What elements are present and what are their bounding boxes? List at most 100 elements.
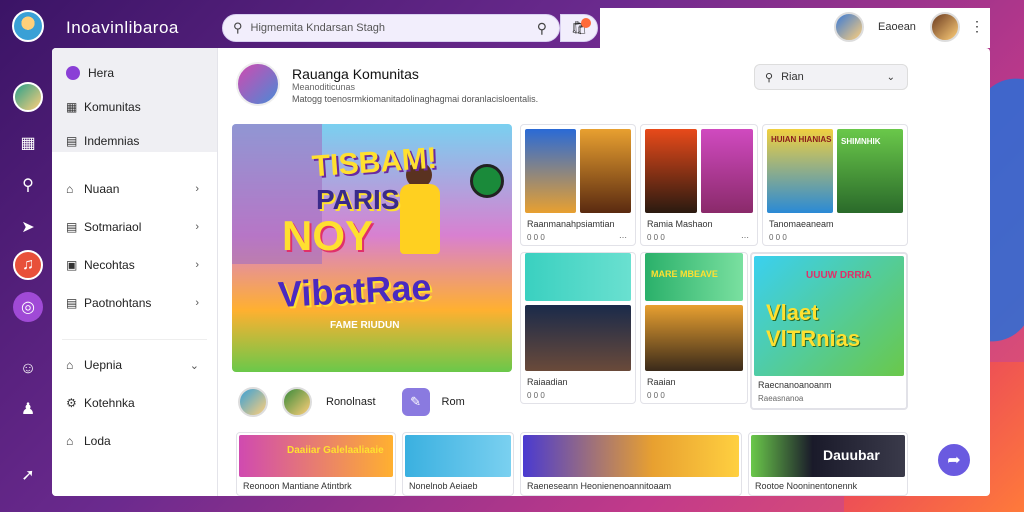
thumbnail-title: HUIAN HIANIAS xyxy=(771,135,832,144)
hero-line-3: NOY xyxy=(282,212,374,259)
community-card[interactable]: UUUW DRRIA Vlaet VlTRnias Raecnanoanoanm… xyxy=(750,252,908,410)
thumbnail-title: UUUW DRRIA xyxy=(806,270,872,281)
left-rail: ▦ ⚲ ➤ ♫ ◎ ☺ ♟ ➚ xyxy=(0,0,56,512)
thumbnail xyxy=(523,435,739,477)
user-icon[interactable]: ♟ xyxy=(13,394,43,424)
community-card[interactable]: Nonelnob Aeiaeb xyxy=(402,432,514,496)
app-brand: Inoavinlibaroa xyxy=(66,18,179,37)
more-options-icon[interactable]: ⋯ xyxy=(619,231,627,245)
card-caption: Raaian xyxy=(647,377,676,387)
megaphone-icon[interactable]: ➤ xyxy=(13,212,43,242)
sidebar-item-kotehnka[interactable]: ⚙ Kotehnka xyxy=(52,386,217,420)
community-card[interactable]: Raanmanahpsiamtian 0 0 0 ⋯ xyxy=(520,124,636,246)
sidebar-top-group: Hera ▦ Komunitas ▤ Indemnias xyxy=(52,48,217,152)
card-caption: Raiaadian xyxy=(527,377,568,387)
main-panel: Hera ▦ Komunitas ▤ Indemnias ⌂ Nuaan › ▤… xyxy=(52,48,990,496)
search-icon: ⚲ xyxy=(233,20,243,35)
thumbnail: MARE MBEAVE xyxy=(645,253,743,301)
thumbnail-title: SHIMNHIK xyxy=(841,137,881,146)
sidebar-item-label: Sotmariaol xyxy=(84,220,142,234)
share-button[interactable]: ➦ xyxy=(936,442,972,478)
table-icon: ▦ xyxy=(66,100,78,114)
thumbnail xyxy=(645,305,743,371)
music-icon[interactable]: ♫ xyxy=(13,250,43,280)
community-card[interactable]: HUIAN HIANIAS SHIMNHIK Tanomaeaneam 0 0 … xyxy=(762,124,908,246)
user-name[interactable]: Eaoean xyxy=(878,21,916,33)
more-options-icon[interactable]: ⋯ xyxy=(741,231,749,245)
hero-line-4: VibatRae xyxy=(277,266,433,315)
card-caption: Raecnanoanoanm xyxy=(758,380,832,390)
sidebar-item-label: Komunitas xyxy=(84,100,141,114)
sidebar-item-label: Uepnia xyxy=(84,358,123,372)
sidebar-item-label: Paotnohtans xyxy=(84,296,152,310)
sidebar-item-home[interactable]: Hera xyxy=(52,56,217,90)
page-title: Rauanga Komunitas xyxy=(292,66,419,82)
sidebar-item-uepnia[interactable]: ⌂ Uepnia ⌄ xyxy=(52,348,217,382)
table-icon: ▤ xyxy=(66,134,78,148)
community-card[interactable]: Raiaadian 0 0 0 xyxy=(520,252,636,404)
disc-icon[interactable]: ◎ xyxy=(13,292,43,322)
sidebar: Hera ▦ Komunitas ▤ Indemnias ⌂ Nuaan › ▤… xyxy=(52,48,218,496)
member-row: Ronolnast ✎ Rom xyxy=(238,386,491,418)
compass-icon[interactable]: ➚ xyxy=(13,460,43,490)
community-card[interactable]: Daaiiar Galelaaliaaie Reonoon Mantiane A… xyxy=(236,432,396,496)
card-caption: Raanmanahpsiamtian xyxy=(527,219,615,229)
thumbnail xyxy=(645,129,697,213)
edit-icon[interactable]: ✎ xyxy=(401,388,430,416)
thumbnail-title: MARE MBEAVE xyxy=(651,269,718,279)
sidebar-item-necohtas[interactable]: ▣ Necohtas › xyxy=(52,248,217,282)
search-placeholder: Higmemita Kndarsan Stagh xyxy=(250,22,386,34)
community-card[interactable]: MARE MBEAVE Raaian 0 0 0 xyxy=(640,252,748,404)
card-caption: Tanomaeaneam xyxy=(769,219,834,229)
community-card[interactable]: Ramia Mashaon 0 0 0 ⋯ xyxy=(640,124,758,246)
member-label[interactable]: Rom xyxy=(442,396,465,408)
filter-select[interactable]: ⚲ Rian ⌄ xyxy=(754,64,908,90)
search-submit-icon[interactable]: ⚲ xyxy=(537,20,547,37)
thumbnail: UUUW DRRIA Vlaet VlTRnias xyxy=(754,256,904,376)
page-description: Matogg toenosrmkiomanitadolinaghagmai do… xyxy=(292,94,539,104)
sidebar-item-label: Necohtas xyxy=(84,258,135,272)
hero-banner[interactable]: TISBAM! PARIS NOY VibatRae FAME RIUDUN xyxy=(232,124,512,372)
community-avatar xyxy=(236,62,280,106)
thumbnail: SHIMNHIK xyxy=(837,129,903,213)
community-card[interactable]: Dauubar Rootoe Nooninentonennk xyxy=(748,432,908,496)
hero-tagline: FAME RIUDUN xyxy=(330,320,400,331)
home-icon: ⌂ xyxy=(66,358,74,372)
avatar[interactable] xyxy=(834,12,864,42)
community-card[interactable]: Raeneseann Heonienenoannitoaam xyxy=(520,432,742,496)
avatar-icon[interactable] xyxy=(13,82,43,112)
grid-icon[interactable]: ▦ xyxy=(13,128,43,158)
more-options-icon[interactable]: ⋮ xyxy=(970,18,984,35)
filter-label: Rian xyxy=(781,71,804,83)
search-input[interactable]: ⚲ Higmemita Kndarsan Stagh ⚲ xyxy=(222,14,560,42)
top-header: Inoavinlibaroa ⚲ Higmemita Kndarsan Stag… xyxy=(0,8,1024,48)
card-caption: Raeneseann Heonienenoannitoaam xyxy=(527,481,672,491)
sidebar-item-indemnias[interactable]: ▤ Indemnias xyxy=(52,124,217,158)
sidebar-item-sotmariaol[interactable]: ▤ Sotmariaol › xyxy=(52,210,217,244)
notification-dot xyxy=(581,18,591,28)
avatar[interactable] xyxy=(238,387,268,417)
sidebar-item-paotnohtans[interactable]: ▤ Paotnohtans › xyxy=(52,286,217,320)
search-icon: ⚲ xyxy=(765,71,774,84)
sidebar-item-komunitas[interactable]: ▦ Komunitas xyxy=(52,90,217,124)
card-caption: Nonelnob Aeiaeb xyxy=(409,481,478,491)
thumbnail xyxy=(405,435,511,477)
card-meta: 0 0 0 xyxy=(647,391,665,400)
image-icon: ▣ xyxy=(66,258,78,272)
profile-avatar[interactable] xyxy=(930,12,960,42)
sidebar-item-label: Kotehnka xyxy=(84,396,135,410)
chevron-down-icon: ⌄ xyxy=(886,71,895,83)
card-meta: 0 0 0 ⋯ xyxy=(641,231,757,245)
sidebar-item-nuaan[interactable]: ⌂ Nuaan › xyxy=(52,172,217,206)
chevron-right-icon: › xyxy=(195,297,199,309)
search-icon[interactable]: ⚲ xyxy=(13,170,43,200)
home-dot-icon xyxy=(66,66,80,80)
smile-icon[interactable]: ☺ xyxy=(13,354,43,384)
notifications-button[interactable]: 🛍 xyxy=(560,14,598,42)
sidebar-item-loda[interactable]: ⌂ Loda xyxy=(52,424,217,458)
thumbnail xyxy=(525,305,631,371)
member-label[interactable]: Ronolnast xyxy=(326,396,376,408)
chevron-right-icon: › xyxy=(195,259,199,271)
sidebar-item-label: Indemnias xyxy=(84,134,140,148)
avatar[interactable] xyxy=(282,387,312,417)
